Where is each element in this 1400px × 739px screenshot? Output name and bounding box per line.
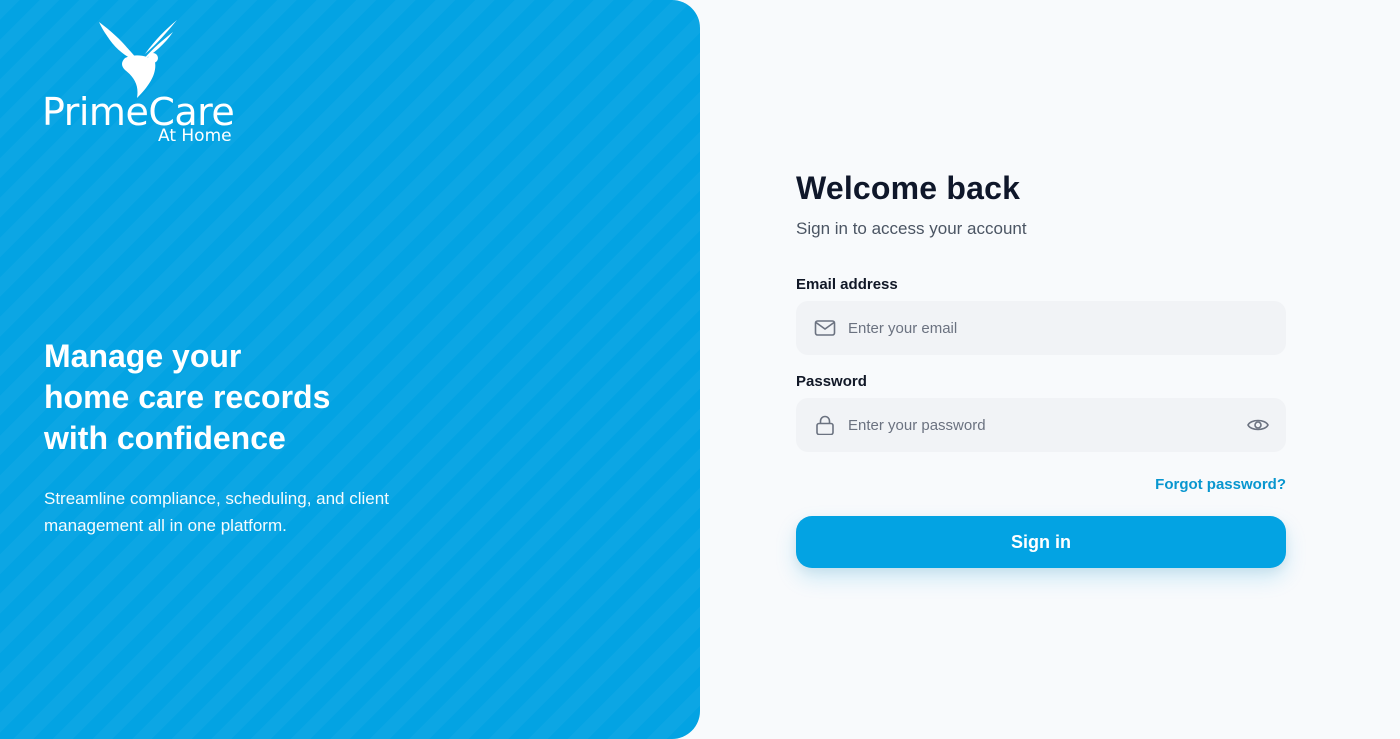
dove-icon xyxy=(99,20,177,98)
sign-in-button[interactable]: Sign in xyxy=(796,516,1286,568)
hero-line: home care records xyxy=(44,379,331,415)
hero-line: Manage your xyxy=(44,338,242,374)
form-subtitle: Sign in to access your account xyxy=(796,219,1027,238)
login-page: PrimeCare At Home Manage your home care … xyxy=(0,0,1400,739)
email-input-box[interactable] xyxy=(796,301,1286,355)
password-input-box[interactable] xyxy=(796,398,1286,452)
hero-heading: Manage your home care records with confi… xyxy=(44,336,464,459)
lock-icon xyxy=(816,415,834,435)
login-form: Welcome back Sign in to access your acco… xyxy=(796,170,1286,568)
brand-tagline: At Home xyxy=(158,126,232,146)
forgot-password-link[interactable]: Forgot password? xyxy=(1155,476,1286,493)
password-label: Password xyxy=(796,373,867,390)
brand-panel: PrimeCare At Home Manage your home care … xyxy=(0,0,700,739)
email-input[interactable] xyxy=(848,301,1228,355)
brand-logo: PrimeCare At Home xyxy=(40,18,240,148)
forgot-row: Forgot password? xyxy=(796,476,1286,494)
form-title: Welcome back xyxy=(796,170,1021,206)
hero-line: with confidence xyxy=(44,420,286,456)
eye-icon[interactable] xyxy=(1246,414,1270,436)
hero: Manage your home care records with confi… xyxy=(44,336,464,539)
password-input[interactable] xyxy=(848,398,1228,452)
email-label: Email address xyxy=(796,276,898,293)
hero-description: Streamline compliance, scheduling, and c… xyxy=(44,489,389,535)
mail-icon xyxy=(814,320,836,336)
